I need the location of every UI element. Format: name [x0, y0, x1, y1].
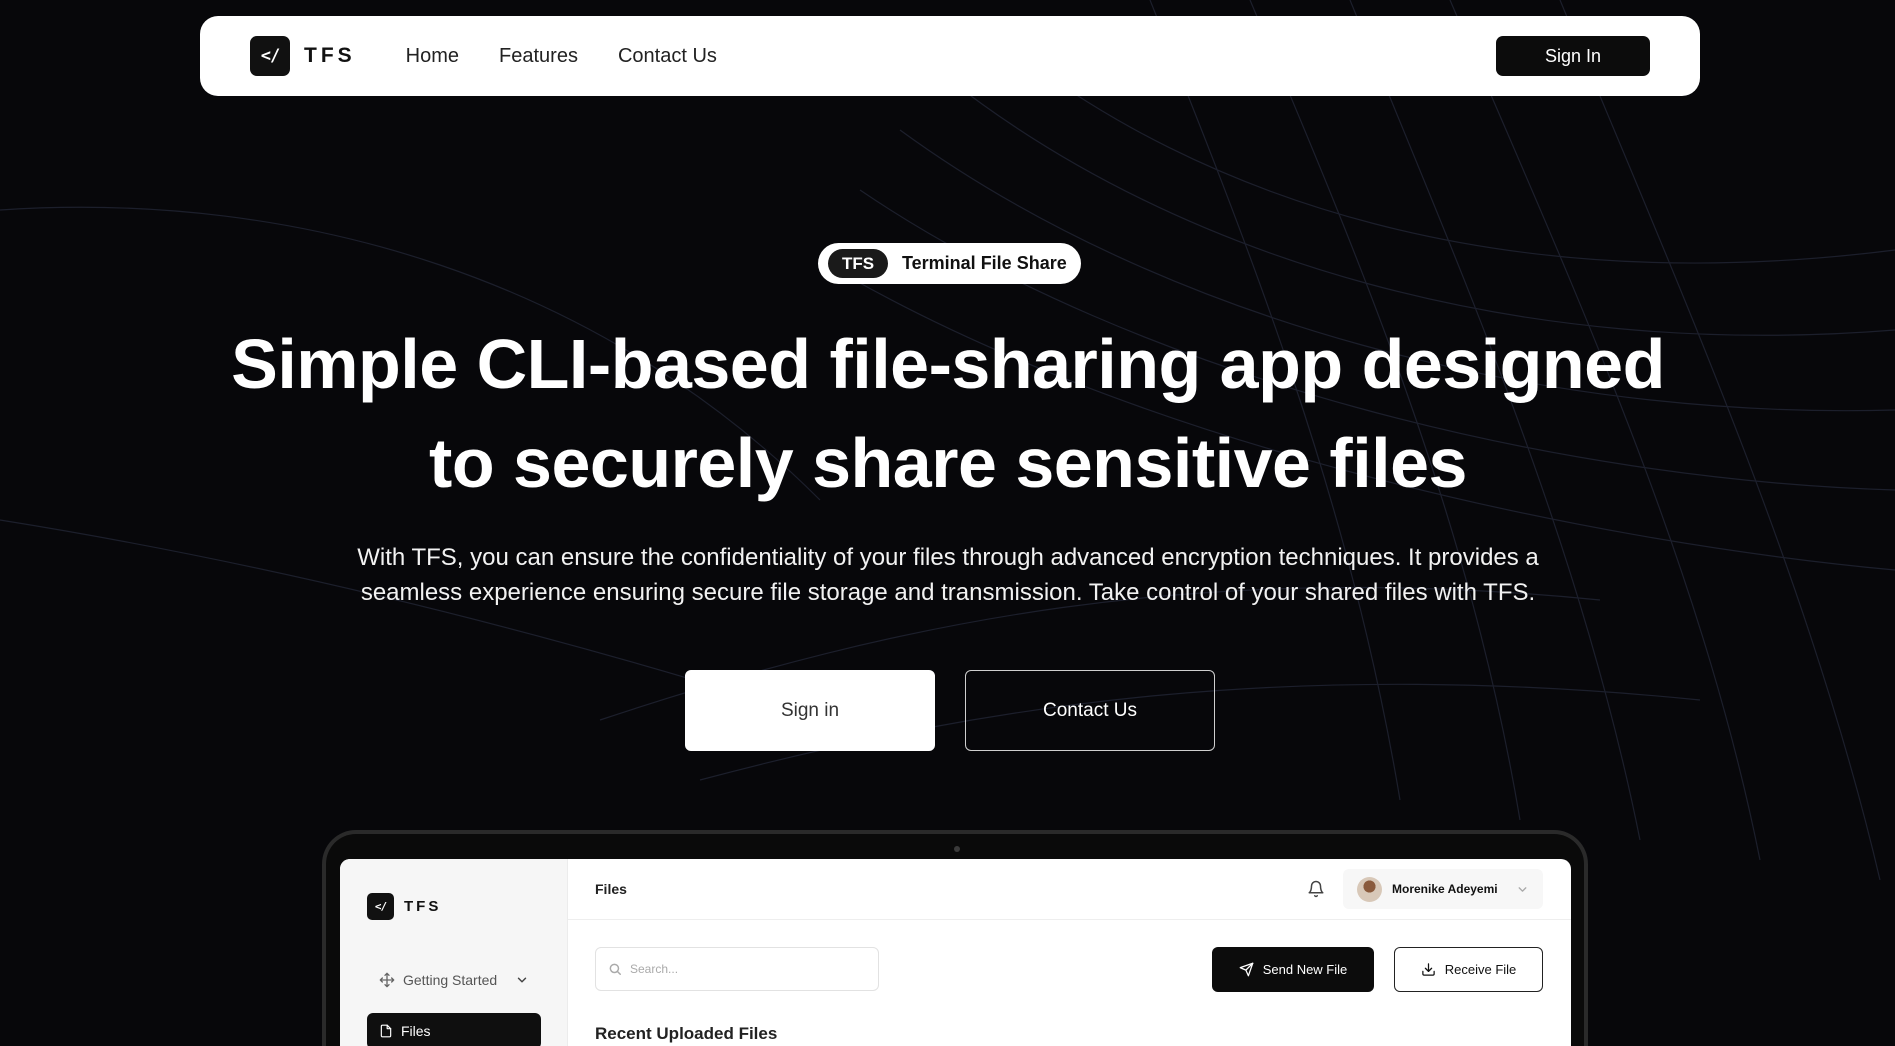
chevron-down-icon	[1516, 883, 1529, 896]
description-line-2: seamless experience ensuring secure file…	[360, 579, 1536, 606]
brand-logo[interactable]: </ TFS	[250, 36, 356, 76]
nav-link-contact-us[interactable]: Contact Us	[618, 45, 717, 68]
chevron-down-icon	[517, 977, 527, 983]
pill-badge: TFS	[828, 249, 888, 278]
page-title: Files	[595, 881, 627, 897]
nav-link-home[interactable]: Home	[406, 45, 459, 68]
recent-files-heading: Recent Uploaded Files	[595, 1024, 778, 1043]
pill-text: Terminal File Share	[902, 253, 1067, 273]
receive-file-button[interactable]: Receive File	[1394, 947, 1543, 992]
file-icon	[380, 1024, 392, 1038]
app-preview-screen: </ TFS Getting Started Files Files Moren…	[340, 859, 1571, 1046]
app-sidebar: </ TFS Getting Started Files	[340, 859, 568, 1046]
move-icon	[379, 972, 395, 988]
sidebar-item-label: Getting Started	[403, 972, 498, 988]
top-navbar: </ TFS Home Features Contact Us Sign In	[200, 16, 1700, 96]
app-logo[interactable]: </ TFS	[367, 893, 441, 920]
hero-contact-us-button[interactable]: Contact Us	[965, 670, 1215, 751]
app-topbar: Files Morenike Adeyemi	[568, 859, 1571, 920]
send-button-label: Send New File	[1262, 962, 1348, 977]
search-input[interactable]	[630, 962, 860, 976]
code-icon: </	[367, 893, 394, 920]
app-brand-name: TFS	[404, 898, 442, 915]
nav-sign-in-button[interactable]: Sign In	[1496, 36, 1650, 76]
send-new-file-button[interactable]: Send New File	[1212, 947, 1374, 992]
user-menu[interactable]: Morenike Adeyemi	[1343, 869, 1543, 909]
receive-button-label: Receive File	[1444, 962, 1517, 977]
avatar	[1357, 876, 1382, 902]
code-icon: </	[250, 36, 290, 76]
search-box	[595, 947, 879, 991]
description-line-1: With TFS, you can ensure the confidentia…	[357, 544, 1539, 571]
headline-line-2: to securely share sensitive files	[429, 424, 1467, 502]
search-icon	[609, 963, 621, 975]
sidebar-item-getting-started[interactable]: Getting Started	[367, 962, 541, 998]
send-icon	[1239, 962, 1254, 977]
hero-description: With TFS, you can ensure the confidentia…	[330, 540, 1566, 610]
nav-links: Home Features Contact Us	[406, 45, 717, 68]
headline-line-1: Simple CLI-based file-sharing app design…	[231, 325, 1665, 403]
download-icon	[1421, 963, 1435, 976]
nav-link-features[interactable]: Features	[499, 45, 578, 68]
brand-name: TFS	[304, 44, 356, 67]
bell-icon[interactable]	[1307, 880, 1325, 898]
hero-sign-in-button[interactable]: Sign in	[685, 670, 935, 751]
camera-dot	[954, 846, 960, 852]
product-pill: TFS Terminal File Share	[818, 243, 1081, 284]
hero-headline: Simple CLI-based file-sharing app design…	[150, 315, 1746, 513]
user-name: Morenike Adeyemi	[1392, 882, 1498, 896]
sidebar-item-files[interactable]: Files	[367, 1013, 541, 1046]
app-main: Files Morenike Adeyemi Send New File Rec…	[568, 859, 1571, 1046]
sidebar-item-label: Files	[401, 1023, 431, 1039]
